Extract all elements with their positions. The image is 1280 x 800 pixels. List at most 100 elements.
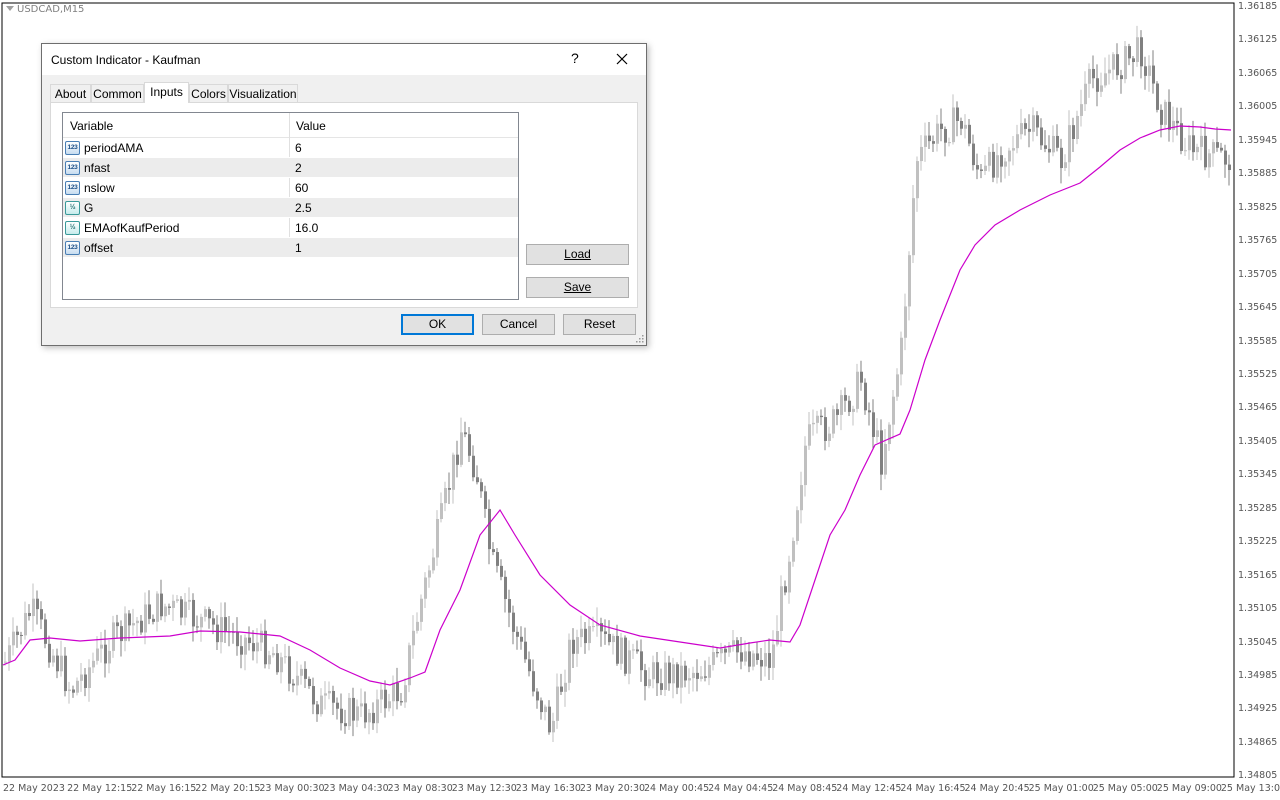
- candle-body: [436, 519, 439, 558]
- time-label: 24 May 20:45: [964, 783, 1030, 794]
- candle-body: [204, 609, 207, 617]
- candle-body: [720, 648, 723, 654]
- candle-body: [1156, 83, 1159, 110]
- candle-body: [244, 637, 247, 655]
- candle-body: [280, 657, 283, 673]
- variable-name: periodAMA: [84, 141, 144, 155]
- inputs-panel: Variable Value 123 periodAMA 6 123 nfast…: [50, 102, 638, 308]
- candle-body: [1040, 127, 1043, 146]
- close-icon[interactable]: [610, 46, 634, 72]
- tab-about[interactable]: About: [50, 84, 91, 102]
- time-label: 24 May 08:45: [772, 783, 838, 794]
- candle-body: [832, 409, 835, 434]
- dropdown-triangle-icon: [6, 6, 14, 11]
- table-row[interactable]: ½ EMAofKaufPeriod 16.0: [63, 218, 518, 238]
- price-label: 1.35225: [1238, 536, 1278, 548]
- candle-body: [708, 664, 711, 678]
- variable-value[interactable]: 60: [295, 181, 308, 195]
- candle-body: [428, 570, 431, 578]
- candle-body: [712, 652, 715, 665]
- candle-body: [852, 408, 855, 412]
- price-label: 1.35105: [1238, 603, 1278, 615]
- candle-body: [876, 430, 879, 437]
- candle-body: [648, 679, 651, 687]
- dialog-titlebar[interactable]: Custom Indicator - Kaufman ?: [42, 44, 646, 75]
- candle-body: [528, 659, 531, 672]
- tab-inputs[interactable]: Inputs: [144, 82, 189, 103]
- cancel-label: Cancel: [499, 317, 538, 331]
- candle-body: [108, 650, 111, 664]
- candle-body: [916, 161, 919, 199]
- candle-body: [1084, 83, 1087, 105]
- candle-body: [156, 593, 159, 622]
- candle-body: [148, 604, 151, 619]
- candle-body: [1128, 46, 1131, 59]
- candle-body: [120, 626, 123, 642]
- candle-body: [172, 600, 175, 608]
- candle-body: [1060, 147, 1063, 169]
- table-row[interactable]: ½ G 2.5: [63, 198, 518, 218]
- candle-body: [816, 415, 819, 423]
- candle-body: [132, 623, 135, 626]
- symbol-label[interactable]: USDCAD,M15: [6, 4, 84, 15]
- variable-value[interactable]: 2.5: [295, 201, 312, 215]
- candle-body: [1204, 135, 1207, 168]
- variable-value[interactable]: 2: [295, 161, 302, 175]
- load-button[interactable]: Load: [526, 244, 629, 265]
- inputs-grid[interactable]: Variable Value 123 periodAMA 6 123 nfast…: [62, 112, 519, 300]
- candle-body: [348, 697, 351, 727]
- variable-name: G: [84, 201, 94, 215]
- save-button[interactable]: Save: [526, 277, 629, 298]
- tab-common[interactable]: Common: [91, 84, 144, 102]
- candle-body: [216, 624, 219, 643]
- candle-body: [248, 637, 251, 644]
- price-label: 1.34985: [1238, 670, 1278, 681]
- variable-value[interactable]: 1: [295, 241, 302, 255]
- candle-body: [1032, 115, 1035, 132]
- table-row[interactable]: 123 nslow 60: [63, 178, 518, 198]
- load-label: Load: [564, 247, 591, 261]
- table-row[interactable]: 123 offset 1: [63, 238, 518, 258]
- candle-body: [28, 612, 31, 617]
- candle-body: [360, 703, 363, 707]
- candle-body: [1048, 148, 1051, 153]
- symbol-text: USDCAD,M15: [17, 4, 85, 15]
- candle-body: [940, 123, 943, 129]
- candle-body: [420, 598, 423, 622]
- candle-body: [1012, 148, 1015, 151]
- time-label: 25 May 09:00: [1156, 783, 1222, 794]
- reset-button[interactable]: Reset: [563, 314, 636, 335]
- variable-value[interactable]: 6: [295, 141, 302, 155]
- tab-visualization[interactable]: Visualization: [228, 84, 298, 102]
- candle-body: [652, 662, 655, 680]
- candle-body: [1132, 58, 1135, 63]
- help-button[interactable]: ?: [571, 50, 579, 66]
- header-value: Value: [296, 119, 326, 133]
- candle-body: [936, 123, 939, 144]
- candle-body: [56, 655, 59, 672]
- candle-body: [840, 395, 843, 415]
- candle-body: [772, 644, 775, 668]
- candle-body: [100, 644, 103, 649]
- candle-body: [160, 593, 163, 617]
- candle-body: [388, 701, 391, 709]
- cancel-button[interactable]: Cancel: [482, 314, 555, 335]
- candle-body: [212, 618, 215, 625]
- candle-body: [612, 635, 615, 643]
- table-row[interactable]: 123 periodAMA 6: [63, 138, 518, 158]
- ok-button[interactable]: OK: [401, 314, 474, 335]
- candle-body: [320, 695, 323, 715]
- candle-body: [1024, 123, 1027, 129]
- time-label: 24 May 12:45: [836, 783, 902, 794]
- variable-value[interactable]: 16.0: [295, 221, 318, 235]
- integer-icon: 123: [65, 241, 80, 255]
- candle-body: [972, 143, 975, 166]
- candle-body: [1020, 123, 1023, 135]
- table-row[interactable]: 123 nfast 2: [63, 158, 518, 178]
- resize-grip-icon[interactable]: [636, 335, 644, 343]
- candle-body: [1080, 104, 1083, 116]
- candle-body: [660, 683, 663, 690]
- candle-body: [1184, 150, 1187, 152]
- tab-colors[interactable]: Colors: [189, 84, 228, 102]
- candle-body: [32, 598, 35, 617]
